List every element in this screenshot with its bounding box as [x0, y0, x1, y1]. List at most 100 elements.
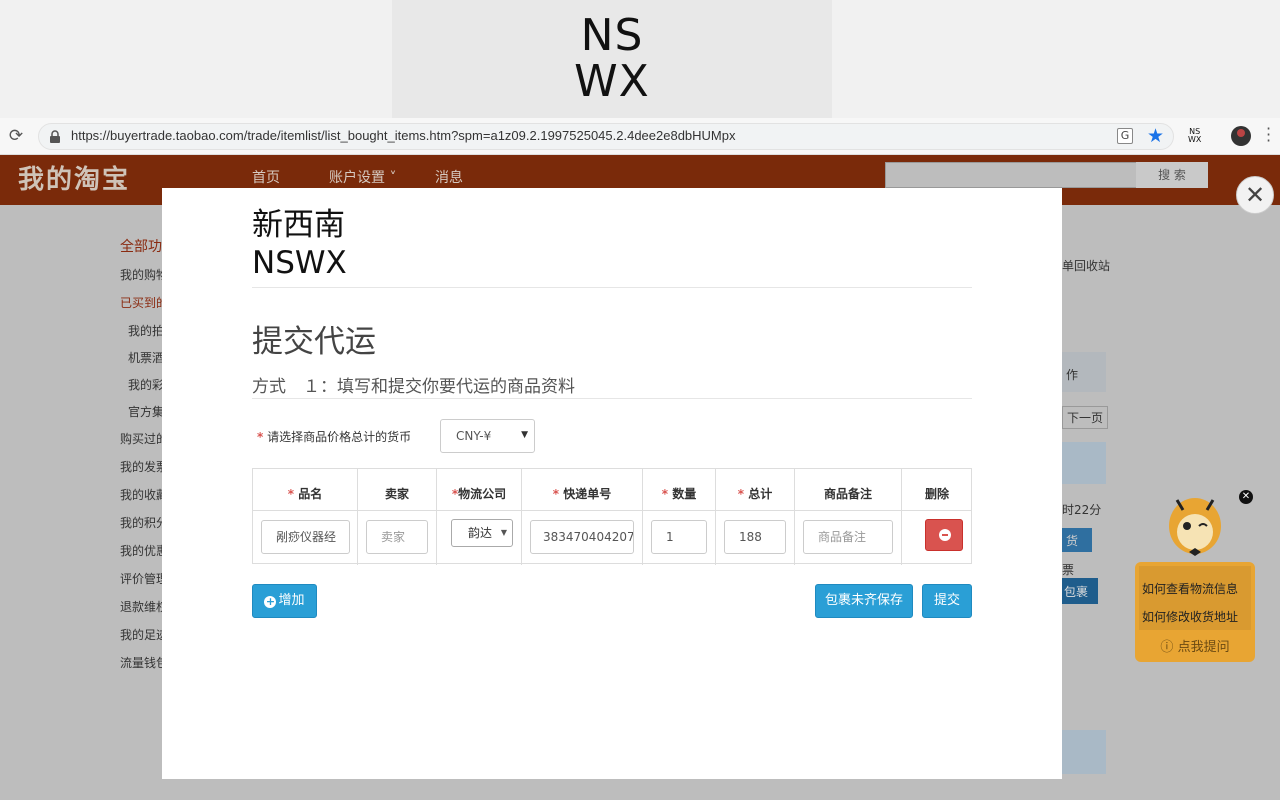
sidebar-item[interactable]: 评价管理 [120, 570, 168, 587]
browser-toolbar: ⟳ https://buyertrade.taobao.com/trade/it… [0, 118, 1280, 155]
invoice-link[interactable]: 票 [1062, 561, 1074, 578]
seller-input[interactable]: 卖家 [366, 520, 428, 554]
shipping-form-modal: 新西南 NSWX 提交代运 方式 １：填写和提交你要代运的商品资料 * 请选择商… [162, 188, 1062, 779]
seller-cell: 卖家 [358, 511, 437, 565]
col-header-tracking: * 快递单号 [522, 469, 643, 511]
taobao-search-button[interactable]: 搜 索 [1136, 162, 1208, 188]
total-input[interactable]: 188 [724, 520, 786, 554]
currency-label: * 请选择商品价格总计的货币 [257, 430, 412, 444]
sidebar-item[interactable]: 我的收藏 [120, 486, 168, 503]
sidebar-item[interactable]: 购买过的 [120, 430, 168, 447]
kebab-menu-icon[interactable]: · · · [1266, 121, 1272, 149]
lock-icon [50, 130, 60, 143]
address-bar[interactable]: https://buyertrade.taobao.com/trade/item… [38, 123, 1174, 150]
minus-circle-icon [939, 529, 951, 541]
sidebar-item[interactable]: 流量钱包 [120, 654, 168, 671]
next-page-button[interactable]: 下一页 [1062, 406, 1109, 429]
plus-circle-icon: + [264, 595, 277, 608]
item-name-input[interactable]: 剐痧仪器经 [261, 520, 350, 554]
tracking-cell: 383470404207 [522, 511, 643, 565]
extension-banner: NS WX [392, 0, 832, 118]
sidebar-item[interactable]: 我的拍 [128, 322, 164, 339]
col-header-note: 商品备注 [795, 469, 902, 511]
sidebar-item[interactable]: 已买到的 [120, 294, 168, 311]
nav-home[interactable]: 首页 [252, 167, 280, 187]
tracking-number-input[interactable]: 383470404207 [530, 520, 634, 554]
page-title: 提交代运 [252, 324, 376, 360]
help-card: 如何查看物流信息 如何修改收货地址 ⓘ 点我提问 [1135, 562, 1255, 662]
sidebar-item[interactable]: 我的积分 [120, 514, 168, 531]
brand-name-en: NSWX [252, 245, 347, 281]
bg-panel [1062, 442, 1106, 484]
close-overlay-button[interactable]: ✕ [1236, 176, 1274, 214]
delete-cell [902, 511, 972, 565]
mascot-icon [1169, 498, 1221, 556]
brand-name-cn: 新西南 [252, 207, 345, 243]
operation-header: 作 [1066, 368, 1079, 382]
submit-button[interactable]: 提交 [922, 584, 972, 618]
delete-row-button[interactable] [925, 519, 963, 551]
help-question[interactable]: 如何修改收货地址 [1142, 608, 1238, 625]
sidebar-item[interactable]: 我的足迹 [120, 626, 168, 643]
sidebar-item[interactable]: 我的彩 [128, 376, 164, 393]
bg-panel [1062, 730, 1106, 774]
add-label: 增加 [278, 593, 305, 608]
col-header-seller: 卖家 [358, 469, 437, 511]
col-header-carrier: *物流公司 [437, 469, 522, 511]
translate-icon[interactable]: G [1117, 128, 1133, 144]
currency-value: CNY-¥ [456, 429, 492, 443]
sidebar-item[interactable]: 官方集 [128, 403, 164, 420]
help-questions: 如何查看物流信息 如何修改收货地址 [1139, 566, 1251, 630]
url-text: https://buyertrade.taobao.com/trade/item… [71, 128, 736, 143]
bookmark-star-icon[interactable]: ★ [1147, 125, 1164, 147]
page-subtitle: 方式 １：填写和提交你要代运的商品资料 [252, 377, 575, 397]
banner-line-2: WX [574, 56, 650, 107]
ext-label-2: WX [1188, 135, 1202, 144]
close-icon[interactable]: ✕ [1239, 490, 1253, 504]
quantity-input[interactable]: 1 [651, 520, 707, 554]
carrier-select[interactable]: 韵达 ▼ [451, 519, 513, 547]
divider [252, 398, 972, 399]
carrier-value: 韵达 [468, 526, 493, 540]
help-widget: ✕ 如何查看物流信息 如何修改收货地址 ⓘ 点我提问 [1135, 488, 1255, 663]
sidebar-item[interactable]: 我的优惠 [120, 542, 168, 559]
package-button[interactable]: 包裹 [1062, 578, 1098, 604]
extension-icon[interactable]: NS WX [1188, 128, 1201, 144]
col-header-quantity: * 数量 [643, 469, 716, 511]
chevron-down-icon: ▼ [500, 528, 507, 537]
ask-label: 点我提问 [1177, 640, 1230, 655]
currency-select[interactable]: CNY-¥ ▼ [440, 419, 535, 453]
ask-question-button[interactable]: ⓘ 点我提问 [1135, 636, 1255, 655]
col-header-delete: 删除 [902, 469, 972, 511]
brand-logo: 新西南 NSWX [252, 206, 347, 282]
sidebar-item[interactable]: 全部功 [120, 236, 162, 256]
note-cell: 商品备注 [795, 511, 902, 565]
remaining-time: 时22分 [1062, 503, 1102, 517]
divider [252, 287, 972, 288]
profile-avatar-icon[interactable] [1231, 126, 1251, 146]
help-question[interactable]: 如何查看物流信息 [1142, 580, 1238, 597]
col-header-total: * 总计 [716, 469, 795, 511]
sidebar-item[interactable]: 机票酒 [128, 349, 164, 366]
confirm-receipt-button[interactable]: 货 [1062, 528, 1092, 552]
save-incomplete-button[interactable]: 包裹未齐保存 [815, 584, 913, 618]
col-header-item-name: * 品名 [253, 469, 358, 511]
table-row: 剐痧仪器经 [253, 511, 358, 565]
taobao-logo: 我的淘宝 [18, 165, 131, 195]
chevron-down-icon: ▼ [521, 430, 528, 440]
carrier-cell: 韵达 ▼ [437, 511, 522, 565]
banner-line-1: NS [580, 10, 644, 61]
quantity-cell: 1 [643, 511, 716, 565]
sidebar-item[interactable]: 退款维权 [120, 598, 168, 615]
total-cell: 188 [716, 511, 795, 565]
nav-account-settings[interactable]: 账户设置 ˅ [329, 167, 396, 187]
note-input[interactable]: 商品备注 [803, 520, 893, 554]
sidebar-item[interactable]: 我的发票 [120, 458, 168, 475]
recycle-bin-link[interactable]: 单回收站 [1062, 257, 1110, 274]
add-row-button[interactable]: + 增加 [252, 584, 317, 618]
items-table: * 品名 卖家 *物流公司 * 快递单号 * 数量 * 总计 商品备注 删除 剐… [252, 468, 972, 565]
sidebar-item[interactable]: 我的购物 [120, 266, 168, 283]
reload-icon[interactable]: ⟳ [6, 126, 26, 146]
taobao-search-input[interactable] [885, 162, 1137, 188]
nav-messages[interactable]: 消息 [435, 167, 463, 187]
